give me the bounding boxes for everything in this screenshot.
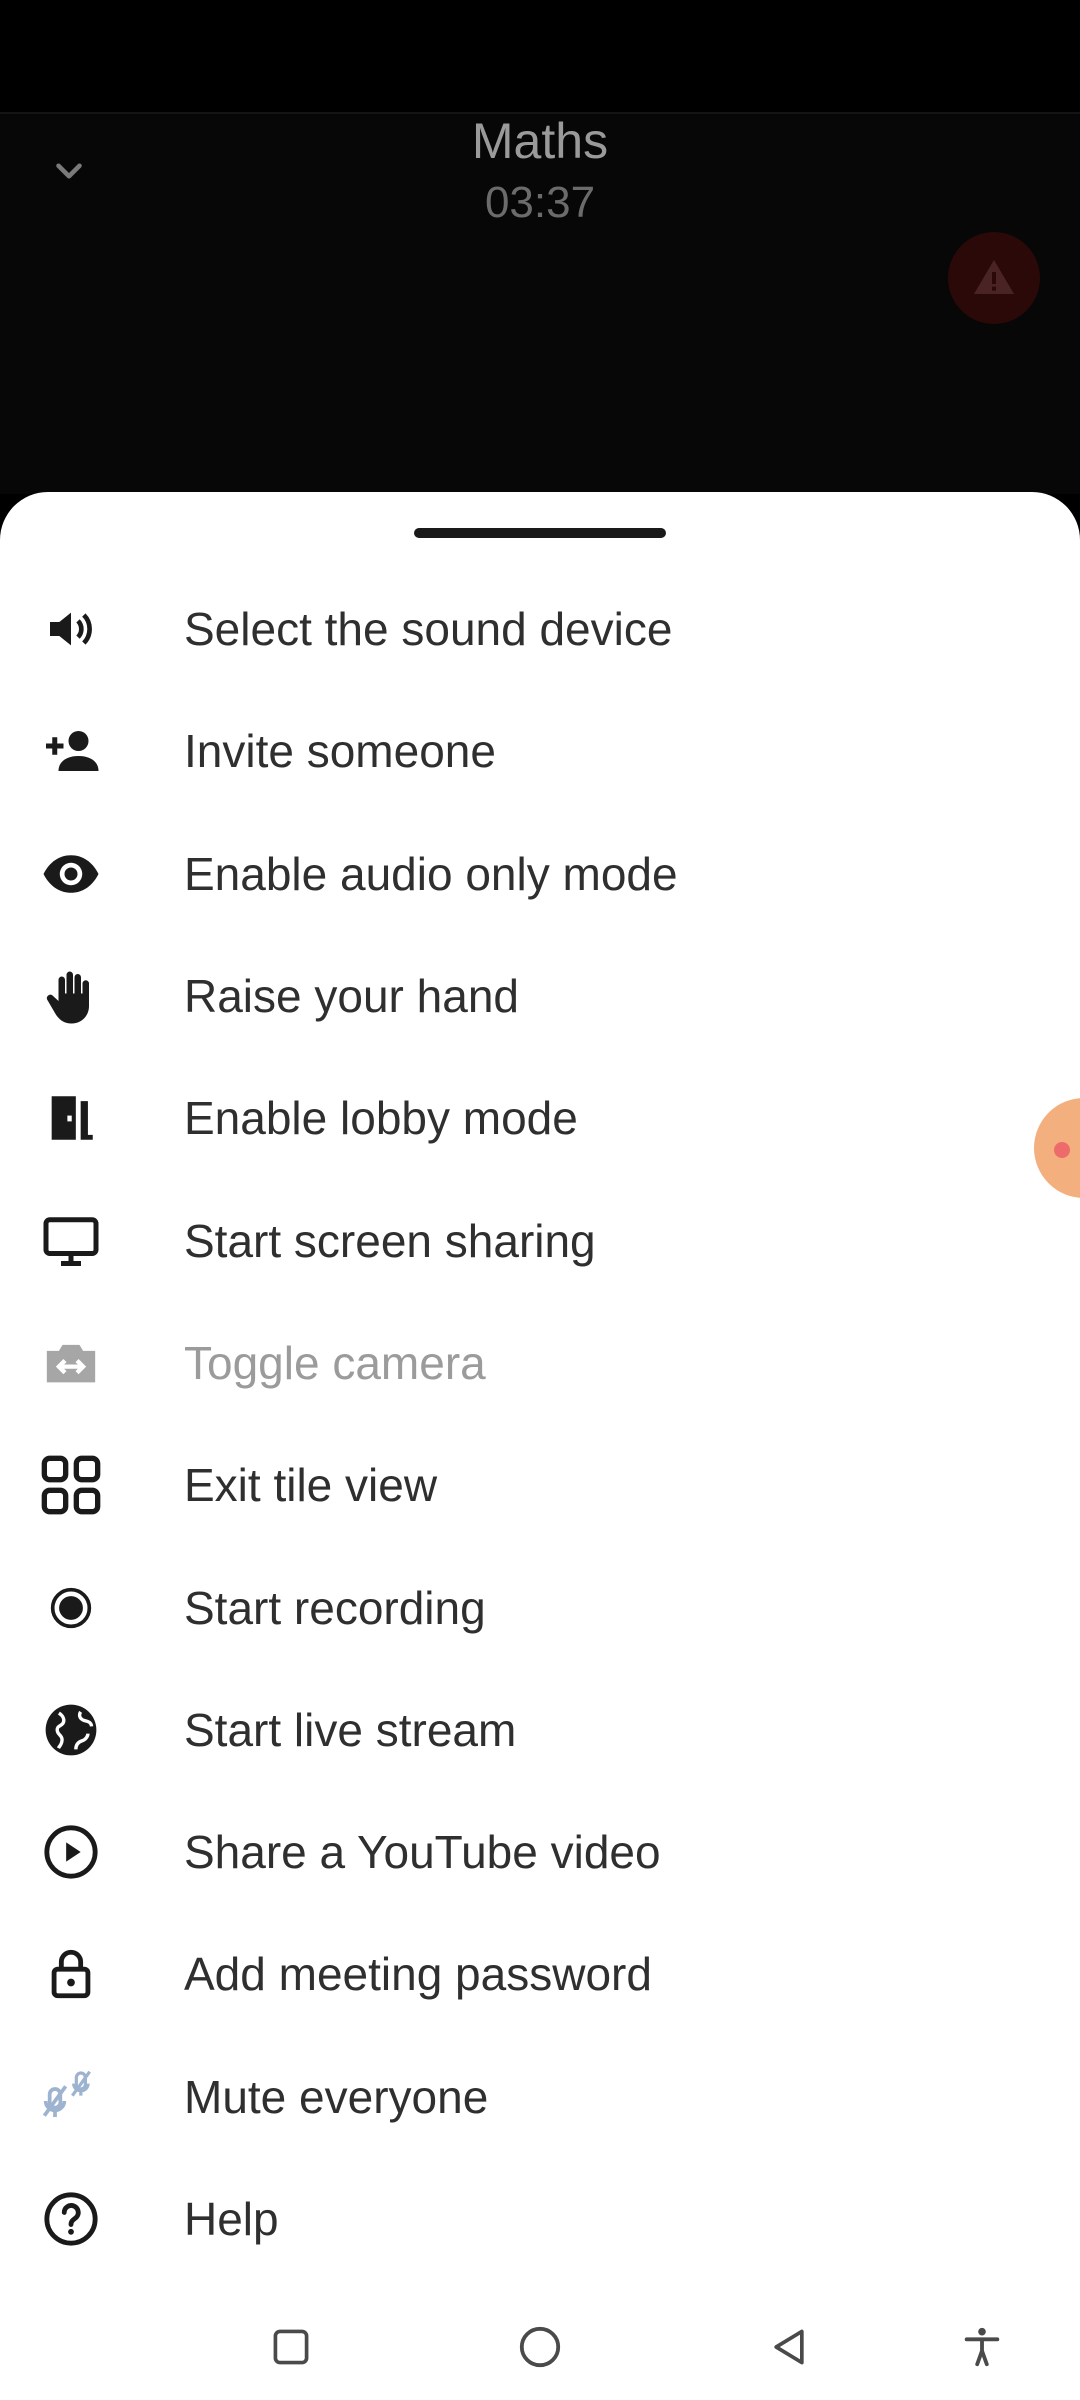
lock-icon <box>38 1941 104 2007</box>
menu-item-label: Help <box>184 2193 279 2245</box>
help-icon <box>38 2186 104 2252</box>
warning-icon <box>974 260 1014 294</box>
mic-off-icon <box>38 2064 104 2130</box>
menu-item-tile-view[interactable]: Exit tile view <box>0 1424 1080 1546</box>
menu-item-label: Enable lobby mode <box>184 1092 578 1145</box>
menu-item-label: Add meeting password <box>184 1948 652 2001</box>
accessibility-icon[interactable] <box>947 2312 1017 2382</box>
call-timer: 03:37 <box>484 178 596 227</box>
tile-grid-icon <box>38 1452 104 1518</box>
globe-icon <box>38 1697 104 1763</box>
menu-item-help[interactable]: Help <box>0 2158 1080 2280</box>
bubble-indicator-dot <box>1054 1142 1070 1158</box>
menu-item-label: Exit tile view <box>184 1459 438 1512</box>
add-person-icon <box>38 718 104 784</box>
overflow-menu-sheet: Select the sound device Invite someone E… <box>0 492 1080 2292</box>
menu-item-label: Invite someone <box>184 725 496 778</box>
menu-item-audio-only[interactable]: Enable audio only mode <box>0 813 1080 935</box>
menu-item-raise-hand[interactable]: Raise your hand <box>0 935 1080 1057</box>
menu-item-label: Start recording <box>184 1581 486 1634</box>
system-navigation-bar <box>0 2292 1080 2400</box>
menu-item-label: Raise your hand <box>184 970 519 1023</box>
door-icon <box>38 1085 104 1151</box>
menu-item-invite[interactable]: Invite someone <box>0 690 1080 812</box>
menu-item-label: Select the sound device <box>184 603 673 656</box>
menu-item-live-stream[interactable]: Start live stream <box>0 1669 1080 1791</box>
menu-item-label: Enable audio only mode <box>184 847 678 900</box>
play-circle-icon <box>38 1819 104 1885</box>
volume-icon <box>38 596 104 662</box>
menu-item-label: Mute everyone <box>184 2070 489 2123</box>
menu-item-label: Share a YouTube video <box>184 1826 661 1879</box>
recents-icon[interactable] <box>256 2312 326 2382</box>
menu-item-label: Start screen sharing <box>184 1214 596 1267</box>
hand-icon <box>38 963 104 1029</box>
menu-item-meeting-password[interactable]: Add meeting password <box>0 1913 1080 2035</box>
switch-camera-icon <box>38 1330 104 1396</box>
home-icon[interactable] <box>505 2312 575 2382</box>
overflow-menu-list: Select the sound device Invite someone E… <box>0 568 1080 2280</box>
menu-item-screen-sharing[interactable]: Start screen sharing <box>0 1179 1080 1301</box>
meeting-title: Maths <box>471 113 609 169</box>
menu-item-lobby-mode[interactable]: Enable lobby mode <box>0 1057 1080 1179</box>
menu-item-youtube[interactable]: Share a YouTube video <box>0 1791 1080 1913</box>
monitor-icon <box>38 1208 104 1274</box>
warning-badge[interactable] <box>948 232 1040 324</box>
menu-item-sound-device[interactable]: Select the sound device <box>0 568 1080 690</box>
menu-item-label: Start live stream <box>184 1703 517 1756</box>
record-icon <box>38 1575 104 1641</box>
menu-item-toggle-camera: Toggle camera <box>0 1302 1080 1424</box>
menu-item-mute-everyone[interactable]: Mute everyone <box>0 2036 1080 2158</box>
menu-item-recording[interactable]: Start recording <box>0 1546 1080 1668</box>
menu-item-label: Toggle camera <box>184 1336 486 1389</box>
drag-handle[interactable] <box>414 528 666 538</box>
back-icon[interactable] <box>754 2312 824 2382</box>
eye-icon <box>38 841 104 907</box>
